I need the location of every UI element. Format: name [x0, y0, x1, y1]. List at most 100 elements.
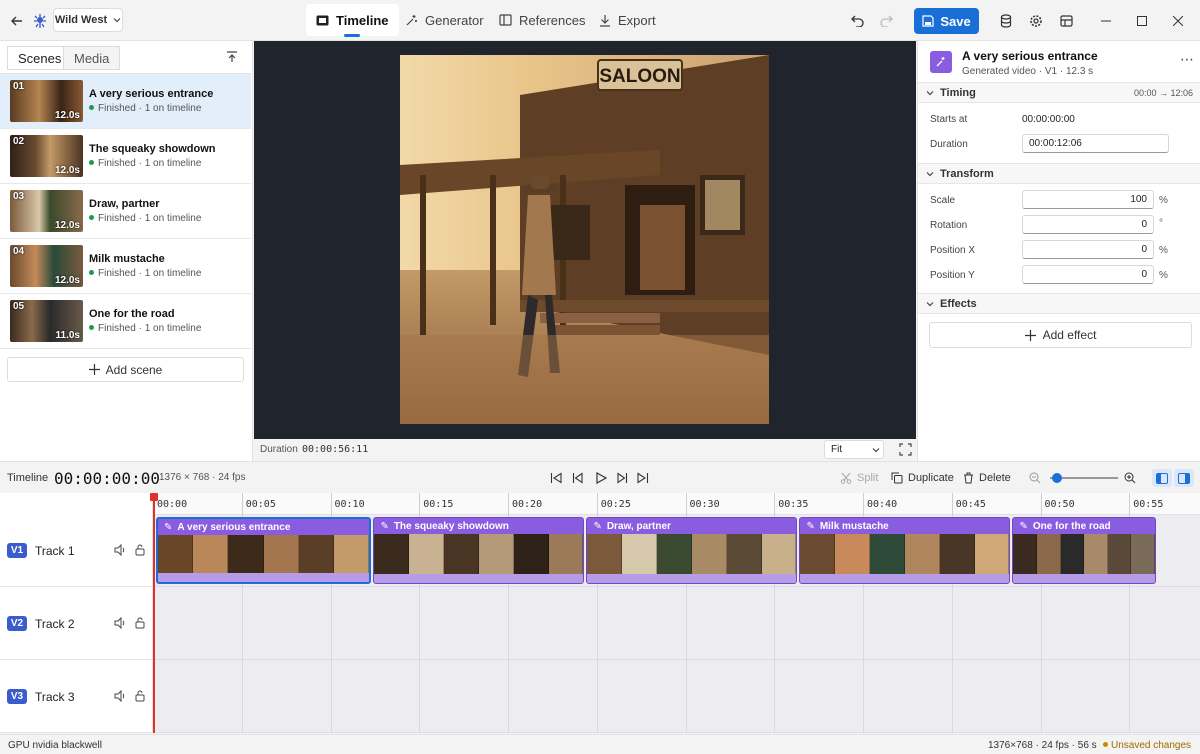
playhead-handle[interactable]: [150, 493, 158, 501]
speaker-icon[interactable]: [114, 617, 126, 629]
scene-item[interactable]: 04 12.0s Milk mustache Finished · 1 on t…: [0, 239, 251, 294]
scene-status-text: Finished: [98, 213, 136, 224]
timing-section-header[interactable]: Timing 00:00 → 12:06: [918, 82, 1200, 103]
back-button[interactable]: [6, 0, 28, 41]
duration-field-value: 00:00:12:06: [1029, 138, 1082, 149]
transform-section-header[interactable]: Transform: [918, 163, 1200, 184]
database-button[interactable]: [996, 0, 1016, 41]
track-name: Track 1: [35, 544, 75, 558]
position-y-field[interactable]: 0: [1022, 265, 1154, 284]
position-x-field[interactable]: 0: [1022, 240, 1154, 259]
redo-button[interactable]: [874, 0, 898, 41]
zoom-out-button[interactable]: [1029, 462, 1041, 494]
play-button[interactable]: [595, 462, 607, 494]
tab-generator[interactable]: Generator: [395, 4, 494, 36]
lock-icon[interactable]: [135, 617, 146, 629]
scale-field[interactable]: 100: [1022, 190, 1154, 209]
speaker-icon[interactable]: [114, 690, 126, 702]
status-dot: [89, 215, 94, 220]
clip-audio-bar: [158, 573, 370, 582]
scene-item[interactable]: 05 11.0s One for the road Finished · 1 o…: [0, 294, 251, 349]
playhead[interactable]: [150, 493, 158, 733]
undo-button[interactable]: [845, 0, 869, 41]
effects-section-header[interactable]: Effects: [918, 293, 1200, 314]
toggle-left-panel-button[interactable]: [1152, 469, 1172, 487]
scene-duration: 12.0s: [54, 110, 80, 121]
close-button[interactable]: [1164, 0, 1192, 41]
layout-button[interactable]: [1056, 0, 1076, 41]
scene-item[interactable]: 03 12.0s Draw, partner Finished · 1 on t…: [0, 184, 251, 239]
add-scene-button[interactable]: Add scene: [7, 357, 244, 382]
track-header[interactable]: V3 Track 3: [0, 661, 153, 733]
clip-title: Milk mustache: [819, 521, 889, 532]
save-icon: [922, 15, 934, 27]
timeline-clip[interactable]: ✎ A very serious entrance: [156, 517, 372, 584]
track-header[interactable]: V1 Track 1: [0, 515, 153, 587]
ruler-tick: 00:15: [419, 493, 453, 515]
collapse-up-icon: [227, 51, 237, 62]
collapse-button[interactable]: [226, 51, 238, 63]
track-lane[interactable]: [154, 661, 1200, 733]
preview-frame[interactable]: SALOON: [400, 55, 769, 424]
skip-to-end-button[interactable]: [637, 462, 649, 494]
lock-icon[interactable]: [135, 544, 146, 556]
timeline-clip[interactable]: ✎ One for the road: [1012, 517, 1156, 584]
scene-title: Milk mustache: [89, 253, 165, 265]
project-name: Wild West: [54, 14, 108, 26]
toggle-right-panel-button[interactable]: [1174, 469, 1194, 487]
scene-item[interactable]: 02 12.0s The squeaky showdown Finished ·…: [0, 129, 251, 184]
undo-icon: [850, 15, 864, 27]
play-icon: [596, 472, 607, 484]
clip-frame: [1013, 534, 1038, 576]
layout-icon: [1059, 14, 1073, 27]
timeline-ruler[interactable]: 00:00 00:05 00:10 00:15 00:20 00:25 00:30 00:35…: [153, 493, 1200, 515]
skip-to-start-button[interactable]: [550, 462, 562, 494]
project-selector[interactable]: Wild West: [53, 8, 123, 32]
scene-item[interactable]: 01 12.0s A very serious entrance Finishe…: [0, 74, 251, 129]
track-lanes[interactable]: ✎ A very serious entrance ✎ The squeaky sho…: [153, 515, 1200, 733]
timeline-clip[interactable]: ✎ Draw, partner: [586, 517, 798, 584]
zoom-in-button[interactable]: [1124, 462, 1136, 494]
inspector-subtitle: Generated video · V1 · 12.3 s: [962, 66, 1094, 77]
save-button[interactable]: Save: [914, 8, 979, 34]
speaker-icon[interactable]: [114, 544, 126, 556]
track-lane[interactable]: [154, 588, 1200, 660]
tab-scenes-label: Scenes: [18, 50, 62, 66]
fit-select[interactable]: Fit: [824, 440, 884, 459]
lock-icon[interactable]: [135, 690, 146, 702]
minimize-button[interactable]: [1092, 0, 1120, 41]
delete-button[interactable]: Delete: [963, 462, 1011, 494]
track-badge: V3: [7, 689, 27, 704]
duration-field[interactable]: 00:00:12:06: [1022, 134, 1169, 153]
clip-frame: [1037, 534, 1061, 576]
clip-frame: [587, 534, 623, 576]
step-back-button[interactable]: [572, 462, 584, 494]
transform-label: Transform: [940, 167, 994, 180]
effects-label: Effects: [940, 297, 977, 310]
more-options-icon[interactable]: ⋯: [1180, 51, 1194, 68]
position-y-label: Position Y: [930, 270, 975, 281]
tab-timeline[interactable]: Timeline: [306, 4, 399, 37]
rotation-field[interactable]: 0: [1022, 215, 1154, 234]
timeline-clip[interactable]: ✎ Milk mustache: [799, 517, 1011, 584]
duplicate-button[interactable]: Duplicate: [891, 462, 954, 494]
tab-export[interactable]: Export: [589, 4, 666, 36]
scene-title: Draw, partner: [89, 198, 160, 210]
maximize-button[interactable]: [1128, 0, 1156, 41]
scene-timeline-count: · 1 on timeline: [138, 103, 202, 114]
settings-button[interactable]: [1026, 0, 1046, 41]
tab-references[interactable]: References: [489, 4, 595, 36]
step-forward-button[interactable]: [616, 462, 628, 494]
unsaved-dot: [1103, 742, 1108, 747]
add-effect-button[interactable]: Add effect: [929, 322, 1192, 348]
zoom-slider-thumb[interactable]: [1051, 473, 1062, 483]
timeline-clip[interactable]: ✎ The squeaky showdown: [373, 517, 585, 584]
inspector-title: A very serious entrance: [962, 49, 1098, 63]
clip-header: ✎ A very serious entrance: [158, 519, 370, 535]
step-forward-icon: [617, 472, 628, 484]
track-header[interactable]: V2 Track 2: [0, 588, 153, 660]
tab-media[interactable]: Media: [63, 46, 121, 70]
redo-icon: [879, 15, 893, 27]
fullscreen-button[interactable]: [899, 443, 912, 456]
split-button[interactable]: Split: [840, 462, 878, 494]
